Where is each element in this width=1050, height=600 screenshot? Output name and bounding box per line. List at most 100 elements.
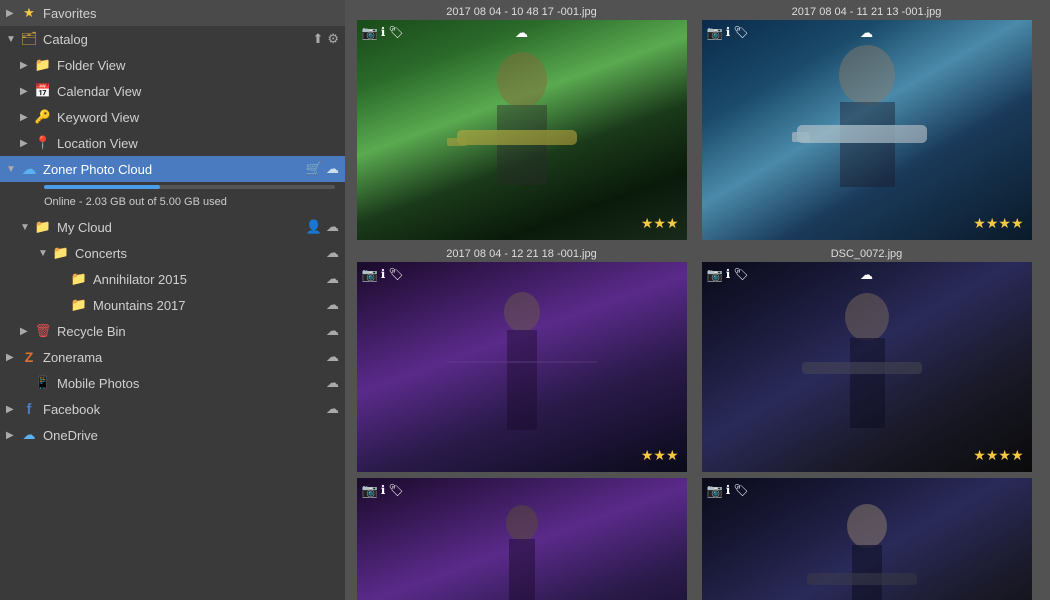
- my-cloud-user-icon[interactable]: 👤: [306, 219, 322, 235]
- photo-image-2[interactable]: [702, 20, 1032, 240]
- favorites-icon: ★: [20, 4, 38, 22]
- facebook-label: Facebook: [43, 402, 326, 417]
- facebook-cloud: ☁: [326, 401, 339, 417]
- sidebar-item-folder-view[interactable]: ▶ 📁 Folder View: [0, 52, 345, 78]
- location-view-label: Location View: [57, 136, 339, 151]
- onedrive-icon: ☁: [20, 426, 38, 444]
- photo-cell-1[interactable]: 2017 08 04 - 10 48 17 -001.jpg 📷 ℹ 🏷 ☁ ★…: [349, 4, 694, 240]
- cloud-overlay-4: ☁: [860, 267, 873, 283]
- facebook-icon: f: [20, 400, 38, 418]
- photo-stars-3: ★★★: [641, 447, 679, 464]
- chevron-right-icon9: ▶: [6, 430, 20, 441]
- my-cloud-folder-icon: 📁: [34, 218, 52, 236]
- sidebar-item-mountains[interactable]: 📁 Mountains 2017 ☁: [0, 292, 345, 318]
- facebook-sync-icon: ☁: [326, 401, 339, 417]
- photo-cell-6[interactable]: 📷 ℹ 🏷 ★★★ DSC_0087.jpg 📷 ℹ 🏷 ☁: [694, 478, 1039, 600]
- sidebar: ▶ ★ Favorites ▼ 🗂 Catalog ⬆ ⚙ ▶ 📁 Folder…: [0, 0, 345, 600]
- photo-cell-2[interactable]: 2017 08 04 - 11 21 13 -001.jpg 📷 ℹ 🏷 ☁ ★…: [694, 4, 1039, 240]
- mobile-icon: 📱: [34, 374, 52, 392]
- keyword-view-label: Keyword View: [57, 110, 339, 125]
- catalog-settings-icon[interactable]: ⚙: [327, 31, 339, 47]
- sidebar-item-zonerama[interactable]: ▶ Z Zonerama ☁: [0, 344, 345, 370]
- cloud-overlay-1: ☁: [515, 25, 528, 41]
- photo-wrapper-3[interactable]: 📷 ℹ 🏷 ★★★: [357, 262, 687, 472]
- photo-overlay-icons-3: 📷 ℹ 🏷: [362, 267, 404, 283]
- info-icon-4: ℹ: [726, 267, 731, 283]
- cloud-upload-icon[interactable]: ☁: [326, 161, 339, 177]
- photo-wrapper-6[interactable]: 📷 ℹ 🏷 ★★★: [702, 478, 1032, 600]
- photo-cell-3[interactable]: 2017 08 04 - 12 21 18 -001.jpg 📷 ℹ 🏷 ★★★: [349, 246, 694, 472]
- info-icon-3: ℹ: [381, 267, 386, 283]
- camera-icon-4: 📷: [707, 267, 723, 283]
- photo-filename-4: DSC_0072.jpg: [831, 246, 903, 262]
- photo-wrapper-1[interactable]: 📷 ℹ 🏷 ☁ ★★★: [357, 20, 687, 240]
- cloud-cart-icon[interactable]: 🛒: [306, 161, 322, 177]
- photo-wrapper-4[interactable]: 📷 ℹ 🏷 ☁ ★★★★: [702, 262, 1032, 472]
- annihilator-sync-icon: ☁: [326, 271, 339, 287]
- sidebar-item-concerts[interactable]: ▼ 📁 Concerts ☁: [0, 240, 345, 266]
- photo-image-6[interactable]: [702, 478, 1032, 600]
- sidebar-item-facebook[interactable]: ▶ f Facebook ☁: [0, 396, 345, 422]
- calendar-view-icon: 📅: [34, 82, 52, 100]
- my-cloud-sync-icon[interactable]: ☁: [326, 219, 339, 235]
- sidebar-item-calendar-view[interactable]: ▶ 📅 Calendar View: [0, 78, 345, 104]
- photo-filename-3: 2017 08 04 - 12 21 18 -001.jpg: [446, 246, 596, 262]
- catalog-import-icon[interactable]: ⬆: [312, 31, 323, 47]
- tag-icon-3: 🏷: [388, 267, 403, 283]
- tag-icon-2: 🏷: [733, 25, 748, 41]
- storage-bar-fill: [44, 185, 160, 189]
- chevron-right-icon3: ▶: [20, 86, 34, 97]
- info-icon-1: ℹ: [381, 25, 386, 41]
- mobile-sync-icon: ☁: [326, 375, 339, 391]
- folder-view-icon: 📁: [34, 56, 52, 74]
- tag-icon-4: 🏷: [733, 267, 748, 283]
- photo-wrapper-5[interactable]: 📷 ℹ 🏷 ★★★: [357, 478, 687, 600]
- info-icon-5: ℹ: [381, 483, 386, 499]
- camera-icon-3: 📷: [362, 267, 378, 283]
- sidebar-item-catalog[interactable]: ▼ 🗂 Catalog ⬆ ⚙: [0, 26, 345, 52]
- photo-image-3[interactable]: [357, 262, 687, 472]
- camera-icon-5: 📷: [362, 483, 378, 499]
- sidebar-item-favorites[interactable]: ▶ ★ Favorites: [0, 0, 345, 26]
- concerts-cloud-icon: ☁: [326, 245, 339, 261]
- tag-icon-6: 🏷: [733, 483, 748, 499]
- photo-overlay-icons-6: 📷 ℹ 🏷: [707, 483, 749, 499]
- sidebar-item-onedrive[interactable]: ▶ ☁ OneDrive: [0, 422, 345, 448]
- mountains-cloud: ☁: [326, 297, 339, 313]
- concerts-sync-icon: ☁: [326, 245, 339, 261]
- photo-stars-2: ★★★★: [973, 215, 1023, 232]
- onedrive-label: OneDrive: [43, 428, 339, 443]
- chevron-right-icon6: ▶: [20, 326, 34, 337]
- sidebar-item-annihilator[interactable]: 📁 Annihilator 2015 ☁: [0, 266, 345, 292]
- chevron-right-icon5: ▶: [20, 138, 34, 149]
- photo-cell-4[interactable]: DSC_0072.jpg 📷 ℹ 🏷 ☁ ★★★★: [694, 246, 1039, 472]
- camera-icon-6: 📷: [707, 483, 723, 499]
- sidebar-item-mobile-photos[interactable]: 📱 Mobile Photos ☁: [0, 370, 345, 396]
- tag-icon-5: 🏷: [388, 483, 403, 499]
- sidebar-item-recycle-bin[interactable]: ▶ 🗑 Recycle Bin ☁: [0, 318, 345, 344]
- sidebar-item-zoner-cloud[interactable]: ▼ ☁ Zoner Photo Cloud 🛒 ☁: [0, 156, 345, 182]
- annihilator-folder-icon: 📁: [70, 270, 88, 288]
- zonerama-label: Zonerama: [43, 350, 326, 365]
- camera-icon-2: 📷: [707, 25, 723, 41]
- recycle-sync-icon: ☁: [326, 323, 339, 339]
- photo-overlay-icons-2: 📷 ℹ 🏷: [707, 25, 749, 41]
- zonerama-sync-icon: ☁: [326, 349, 339, 365]
- photo-image-4[interactable]: [702, 262, 1032, 472]
- cloud-label: Zoner Photo Cloud: [43, 162, 306, 177]
- sidebar-item-keyword-view[interactable]: ▶ 🔑 Keyword View: [0, 104, 345, 130]
- catalog-label: Catalog: [43, 32, 312, 47]
- photo-overlay-icons-1: 📷 ℹ 🏷: [362, 25, 404, 41]
- photo-overlay-icons-5: 📷 ℹ 🏷: [362, 483, 404, 499]
- photo-wrapper-2[interactable]: 📷 ℹ 🏷 ☁ ★★★★: [702, 20, 1032, 240]
- sidebar-item-location-view[interactable]: ▶ 📍 Location View: [0, 130, 345, 156]
- info-icon-2: ℹ: [726, 25, 731, 41]
- mountains-label: Mountains 2017: [93, 298, 326, 313]
- photo-image-1[interactable]: [357, 20, 687, 240]
- photo-image-5[interactable]: [357, 478, 687, 600]
- photo-cell-5[interactable]: 📷 ℹ 🏷 ★★★ DSC_0086.jpg 📷 ℹ 🏷: [349, 478, 694, 600]
- calendar-view-label: Calendar View: [57, 84, 339, 99]
- sidebar-item-my-cloud[interactable]: ▼ 📁 My Cloud 👤 ☁: [0, 214, 345, 240]
- my-cloud-label: My Cloud: [57, 220, 306, 235]
- zonerama-icon: Z: [20, 348, 38, 366]
